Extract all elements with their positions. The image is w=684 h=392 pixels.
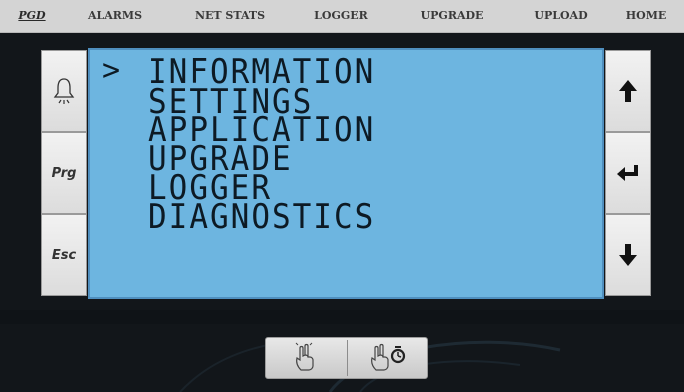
nav-alarms[interactable]: ALARMS	[80, 0, 150, 32]
nav-logger[interactable]: LOGGER	[306, 0, 376, 32]
gesture-bar	[265, 337, 428, 379]
menu-cursor: >	[102, 53, 121, 88]
nav-home[interactable]: HOME	[618, 0, 674, 32]
menu-item-diagnostics[interactable]: DIAGNOSTICS	[148, 200, 375, 233]
top-nav: PGD ALARMS NET STATS LOGGER UPGRADE UPLO…	[0, 0, 684, 33]
arrow-up-icon	[619, 80, 637, 102]
nav-upload[interactable]: UPLOAD	[526, 0, 596, 32]
nav-pgd[interactable]: PGD	[10, 0, 54, 32]
gesture-tap-button[interactable]	[266, 338, 346, 378]
nav-upgrade[interactable]: UPGRADE	[412, 0, 492, 32]
enter-button[interactable]	[605, 132, 651, 214]
prg-label: Prg	[51, 165, 77, 181]
esc-label: Esc	[51, 247, 77, 263]
down-button[interactable]	[605, 214, 651, 296]
lcd-screen: > INFORMATION SETTINGS APPLICATION UPGRA…	[88, 48, 604, 299]
two-finger-hold-icon	[371, 343, 406, 371]
prg-button[interactable]: Prg	[41, 132, 87, 214]
esc-button[interactable]: Esc	[41, 214, 87, 296]
enter-icon	[617, 165, 638, 181]
up-button[interactable]	[605, 50, 651, 132]
gesture-hold-button[interactable]	[348, 338, 428, 378]
nav-net-stats[interactable]: NET STATS	[190, 0, 270, 32]
arrow-down-icon	[619, 244, 637, 266]
two-finger-tap-icon	[295, 342, 314, 371]
alarm-button[interactable]	[41, 50, 87, 132]
bell-icon	[53, 78, 75, 104]
